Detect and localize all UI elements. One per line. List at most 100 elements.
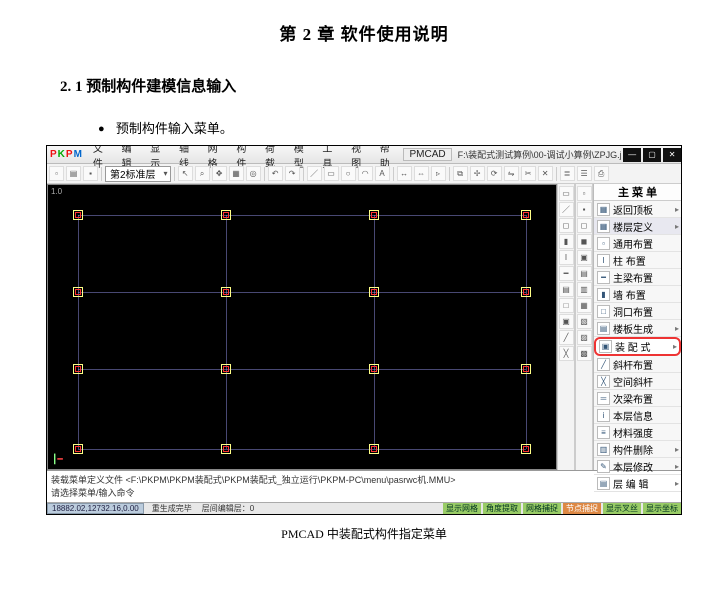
strip2-a-icon[interactable]: ▫ [577, 186, 592, 201]
rpanel-item-label: 材料强度 [613, 425, 653, 440]
pan-icon[interactable]: ✥ [212, 166, 227, 181]
rpanel-item-label: 本层信息 [613, 408, 653, 423]
dim-icon[interactable]: ⇔ [414, 166, 429, 181]
toggle-grid-snap[interactable]: 网格捕捉 [523, 503, 561, 514]
pmcad-pill[interactable]: PMCAD [403, 148, 451, 161]
rpanel-item-5[interactable]: ▮墙 布置 [594, 286, 681, 303]
rpanel-item-icon: ≡ [597, 426, 610, 439]
rpanel-item-0[interactable]: ▦返回顶板▸ [594, 201, 681, 218]
strip2-d-icon[interactable]: ◼ [577, 234, 592, 249]
line-icon[interactable]: ／ [307, 166, 322, 181]
strip-wall-icon[interactable]: ▮ [559, 234, 574, 249]
rpanel-item-icon: ▥ [597, 443, 610, 456]
toggle-show-grid[interactable]: 显示网格 [443, 503, 481, 514]
rpanel-item-8[interactable]: ▣装 配 式▸ [594, 337, 681, 356]
print-icon[interactable]: ⎙ [594, 166, 609, 181]
chevron-right-icon: ▸ [675, 462, 679, 471]
rpanel-item-icon: ╳ [597, 375, 610, 388]
rpanel-item-11[interactable]: ═次梁布置 [594, 390, 681, 407]
text-icon[interactable]: A [375, 166, 390, 181]
strip-col-icon[interactable]: I [559, 250, 574, 265]
strip-beam-icon[interactable]: ━ [559, 266, 574, 281]
rpanel-item-label: 装 配 式 [615, 339, 651, 354]
rpanel-item-label: 洞口布置 [613, 304, 653, 319]
rpanel-item-16[interactable]: ▤层 编 辑▸ [594, 475, 681, 492]
strip-brace-icon[interactable]: ╱ [559, 330, 574, 345]
rpanel-item-7[interactable]: ▤楼板生成▸ [594, 320, 681, 337]
arc-icon[interactable]: ◠ [358, 166, 373, 181]
strip2-b-icon[interactable]: ▪ [577, 202, 592, 217]
rpanel-item-icon: ✎ [597, 460, 610, 473]
rpanel-item-icon: ▤ [597, 322, 610, 335]
toggle-show-cross[interactable]: 显示叉丝 [603, 503, 641, 514]
strip-select-icon[interactable]: ▭ [559, 186, 574, 201]
figure-caption: PMCAD 中装配式构件指定菜单 [60, 525, 668, 542]
strip-asm-icon[interactable]: ▣ [559, 314, 574, 329]
rpanel-item-icon: ▮ [597, 288, 610, 301]
ucs-icon: ┃━ [52, 454, 63, 465]
layer-dropdown[interactable]: 第2标准层 [105, 166, 171, 182]
rpanel-item-label: 本层修改 [613, 459, 653, 474]
rpanel-item-10[interactable]: ╳空间斜杆 [594, 373, 681, 390]
chevron-right-icon: ▸ [675, 445, 679, 454]
rpanel-item-icon: ▦ [597, 203, 610, 216]
tool-open-icon[interactable]: ▤ [66, 166, 81, 181]
status-layedit: 层间编辑层：0 [202, 503, 254, 514]
move-icon[interactable]: ✢ [470, 166, 485, 181]
copy-icon[interactable]: ⧉ [453, 166, 468, 181]
cad-viewport[interactable]: 1.0 ┃━ [47, 184, 557, 470]
close-button[interactable]: ✕ [663, 148, 681, 162]
rpanel-item-label: 返回顶板 [613, 202, 653, 217]
zoom-icon[interactable]: ⌕ [195, 166, 210, 181]
toggle-show-coord[interactable]: 显示坐标 [643, 503, 681, 514]
tool-save-icon[interactable]: ▪ [83, 166, 98, 181]
rpanel-item-label: 墙 布置 [613, 287, 646, 302]
rpanel-item-4[interactable]: ━主梁布置 [594, 269, 681, 286]
toggle-node-snap[interactable]: 节点捕捉 [563, 503, 601, 514]
tag-icon[interactable]: ▹ [431, 166, 446, 181]
snap-icon[interactable]: ◎ [246, 166, 261, 181]
maximize-button[interactable]: ▢ [643, 148, 661, 162]
strip2-j-icon[interactable]: ▨ [577, 330, 592, 345]
title-path: F:\装配式测试算例\00-调试小算例\ZPJG.jws [458, 148, 621, 161]
rpanel-item-9[interactable]: ╱斜杆布置 [594, 356, 681, 373]
rpanel-item-icon: ▣ [599, 340, 612, 353]
rpanel-item-3[interactable]: I柱 布置 [594, 252, 681, 269]
strip2-g-icon[interactable]: ▥ [577, 282, 592, 297]
rpanel-item-15[interactable]: ✎本层修改 ▸ [594, 458, 681, 475]
grid-icon[interactable]: ▦ [229, 166, 244, 181]
strip-xbr-icon[interactable]: ╳ [559, 346, 574, 361]
rpanel-item-2[interactable]: ▫通用布置 [594, 235, 681, 252]
strip2-k-icon[interactable]: ▩ [577, 346, 592, 361]
measure-icon[interactable]: ↔ [397, 166, 412, 181]
bullet-text: 预制构件输入菜单。 [116, 121, 233, 136]
rpanel-item-13[interactable]: ≡材料强度 [594, 424, 681, 441]
rpanel-item-1[interactable]: ▦楼层定义▸ [594, 218, 681, 235]
strip-hole-icon[interactable]: □ [559, 298, 574, 313]
strip-poly-icon[interactable]: ◻ [559, 218, 574, 233]
layer-icon[interactable]: ≣ [560, 166, 575, 181]
redo-icon[interactable]: ↷ [285, 166, 300, 181]
rect-icon[interactable]: ▭ [324, 166, 339, 181]
rpanel-item-14[interactable]: ▥构件删除▸ [594, 441, 681, 458]
strip2-c-icon[interactable]: ◻ [577, 218, 592, 233]
undo-icon[interactable]: ↶ [268, 166, 283, 181]
prop-icon[interactable]: ☰ [577, 166, 592, 181]
strip2-f-icon[interactable]: ▤ [577, 266, 592, 281]
rotate-icon[interactable]: ⟳ [487, 166, 502, 181]
strip2-h-icon[interactable]: ▦ [577, 298, 592, 313]
arrow-icon[interactable]: ↖ [178, 166, 193, 181]
circle-icon[interactable]: ○ [341, 166, 356, 181]
erase-icon[interactable]: ✕ [538, 166, 553, 181]
strip-line-icon[interactable]: ／ [559, 202, 574, 217]
toggle-angle-pick[interactable]: 角度提取 [483, 503, 521, 514]
strip2-e-icon[interactable]: ▣ [577, 250, 592, 265]
rpanel-item-12[interactable]: i本层信息 [594, 407, 681, 424]
mirror-icon[interactable]: ⇋ [504, 166, 519, 181]
tool-new-icon[interactable]: ▫ [49, 166, 64, 181]
minimize-button[interactable]: — [623, 148, 641, 162]
trim-icon[interactable]: ✂ [521, 166, 536, 181]
rpanel-item-6[interactable]: □洞口布置 [594, 303, 681, 320]
strip2-i-icon[interactable]: ▧ [577, 314, 592, 329]
strip-slab-icon[interactable]: ▤ [559, 282, 574, 297]
